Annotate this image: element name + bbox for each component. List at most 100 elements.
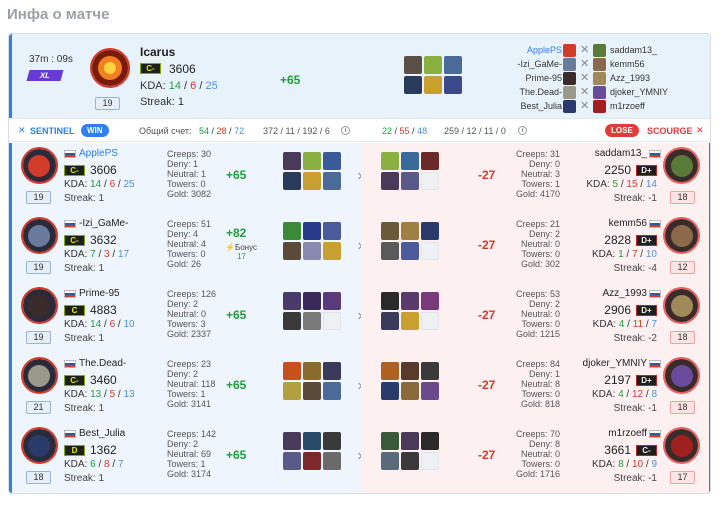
item-icon[interactable] — [381, 292, 399, 310]
item-icon[interactable] — [424, 76, 442, 94]
player-avatar[interactable] — [21, 287, 58, 324]
player-avatar[interactable] — [21, 427, 58, 464]
player-name[interactable]: Best_Julia — [79, 428, 125, 439]
item-icon[interactable] — [323, 382, 341, 400]
item-icon[interactable] — [303, 152, 321, 170]
item-icon[interactable] — [283, 312, 301, 330]
item-icon[interactable] — [303, 172, 321, 190]
item-icon[interactable] — [401, 222, 419, 240]
item-icon[interactable] — [381, 362, 399, 380]
item-icon[interactable] — [381, 432, 399, 450]
hero-player-name[interactable]: Icarus — [140, 45, 175, 59]
item-icon[interactable] — [303, 292, 321, 310]
player-avatar[interactable] — [663, 217, 700, 254]
item-icon[interactable] — [401, 382, 419, 400]
item-icon[interactable] — [283, 172, 301, 190]
item-icon[interactable] — [303, 242, 321, 260]
item-icon[interactable] — [401, 452, 419, 470]
item-icon[interactable] — [401, 432, 419, 450]
lineup-left-name[interactable]: -Izi_GaMe- — [517, 59, 562, 69]
item-icon[interactable] — [421, 292, 439, 310]
item-icon[interactable] — [303, 382, 321, 400]
item-icon[interactable] — [303, 452, 321, 470]
item-icon[interactable] — [323, 432, 341, 450]
player-name[interactable]: -Izi_GaMe- — [79, 218, 128, 229]
player-name[interactable]: djoker_YMNIY — [583, 358, 647, 369]
item-icon[interactable] — [401, 312, 419, 330]
item-icon[interactable] — [401, 292, 419, 310]
player-avatar[interactable] — [21, 147, 58, 184]
item-icon[interactable] — [303, 432, 321, 450]
item-icon[interactable] — [323, 222, 341, 240]
item-icon[interactable] — [283, 152, 301, 170]
lineup-right-name[interactable]: saddam13_ — [610, 45, 657, 55]
item-icon[interactable] — [401, 172, 419, 190]
item-icon[interactable] — [401, 242, 419, 260]
player-avatar[interactable] — [663, 147, 700, 184]
scourge-kills: 22 — [382, 126, 393, 136]
kda-label: KDA: — [64, 249, 88, 260]
item-icon[interactable] — [381, 222, 399, 240]
player-name[interactable]: kemm56 — [609, 218, 647, 229]
player-avatar[interactable] — [663, 427, 700, 464]
player-avatar[interactable] — [21, 357, 58, 394]
vs-icon: ✕ — [580, 44, 590, 56]
item-icon[interactable] — [283, 222, 301, 240]
item-icon[interactable] — [381, 172, 399, 190]
player-avatar[interactable] — [663, 287, 700, 324]
item-icon[interactable] — [404, 56, 422, 74]
item-icon[interactable] — [323, 452, 341, 470]
item-icon[interactable] — [283, 292, 301, 310]
player-name[interactable]: m1rzoeff — [608, 428, 647, 439]
lineup-right-name[interactable]: Azz_1993 — [610, 73, 650, 83]
item-icon[interactable] — [283, 382, 301, 400]
item-icon[interactable] — [401, 362, 419, 380]
item-icon[interactable] — [283, 452, 301, 470]
country-flag-icon — [64, 290, 76, 298]
info-icon[interactable]: i — [341, 126, 350, 135]
item-icon[interactable] — [303, 222, 321, 240]
player-name[interactable]: Prime-95 — [79, 288, 120, 299]
item-icon[interactable] — [404, 76, 422, 94]
lineup-left-name[interactable]: Prime-95 — [525, 73, 562, 83]
item-icon[interactable] — [444, 56, 462, 74]
item-icon[interactable] — [444, 76, 462, 94]
item-icon[interactable] — [381, 382, 399, 400]
info-icon[interactable]: i — [518, 126, 527, 135]
lineup-left-name[interactable]: The.Dead- — [519, 87, 562, 97]
item-icon[interactable] — [323, 362, 341, 380]
item-icon[interactable] — [283, 432, 301, 450]
item-icon[interactable] — [303, 312, 321, 330]
item-icon[interactable] — [421, 432, 439, 450]
player-name[interactable]: The.Dead- — [79, 358, 126, 369]
item-icon[interactable] — [381, 242, 399, 260]
item-icon[interactable] — [421, 222, 439, 240]
item-icon[interactable] — [283, 242, 301, 260]
player-avatar[interactable] — [663, 357, 700, 394]
lineup-left-name[interactable]: ApplePS — [527, 45, 562, 55]
lineup-right-name[interactable]: m1rzoeff — [610, 101, 645, 111]
item-icon[interactable] — [323, 152, 341, 170]
item-icon[interactable] — [381, 452, 399, 470]
player-farm-stats: Creeps: 23 Deny: 2 Neutral: 118 Towers: … — [167, 359, 215, 409]
hero-avatar[interactable] — [90, 48, 130, 88]
player-name[interactable]: ApplePS — [79, 148, 118, 159]
item-icon[interactable] — [283, 362, 301, 380]
player-name[interactable]: saddam13_ — [595, 148, 647, 159]
item-icon[interactable] — [381, 152, 399, 170]
lineup-right-name[interactable]: djoker_YMNIY — [610, 87, 668, 97]
item-icon[interactable] — [381, 312, 399, 330]
item-icon[interactable] — [323, 292, 341, 310]
lineup-right-name[interactable]: kemm56 — [610, 59, 645, 69]
item-icon[interactable] — [323, 172, 341, 190]
lineup-left-name[interactable]: Best_Julia — [520, 101, 562, 111]
item-icon[interactable] — [421, 152, 439, 170]
item-icon[interactable] — [323, 242, 341, 260]
item-icon[interactable] — [421, 382, 439, 400]
player-avatar[interactable] — [21, 217, 58, 254]
item-icon[interactable] — [424, 56, 442, 74]
player-name[interactable]: Azz_1993 — [603, 288, 647, 299]
item-icon[interactable] — [401, 152, 419, 170]
item-icon[interactable] — [303, 362, 321, 380]
item-icon[interactable] — [421, 362, 439, 380]
